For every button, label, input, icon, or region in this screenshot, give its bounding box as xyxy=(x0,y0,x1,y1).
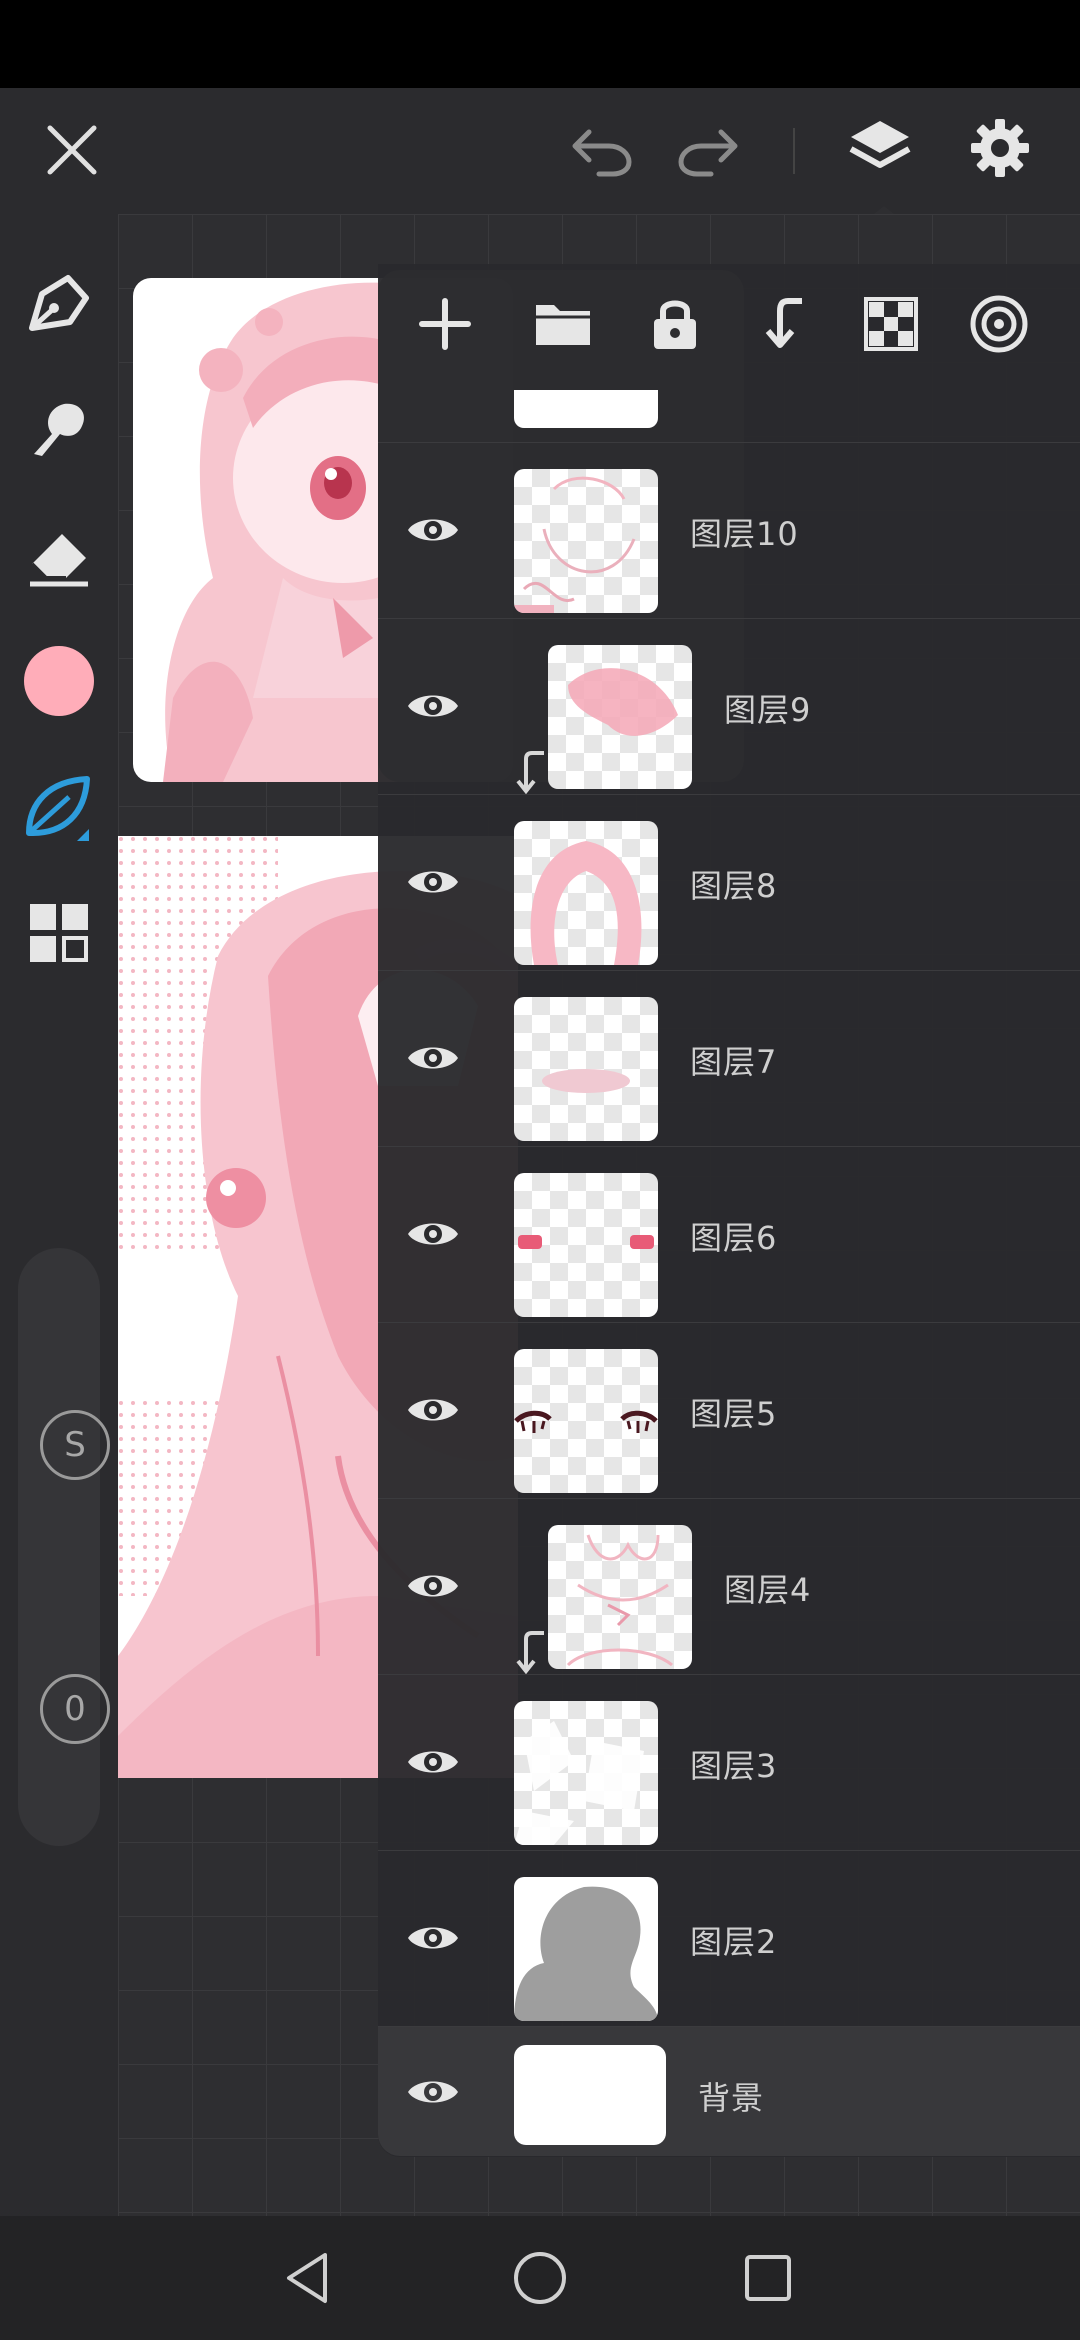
layer-thumbnail xyxy=(548,645,692,789)
settings-icon[interactable] xyxy=(960,108,1040,188)
layer-row[interactable]: 图层2 xyxy=(378,1850,1080,2026)
layer-thumbnail xyxy=(514,1173,658,1317)
layer-thumbnail xyxy=(514,2045,666,2145)
layer-name: 图层8 xyxy=(690,867,778,905)
eraser-icon[interactable] xyxy=(14,510,104,600)
eye-icon[interactable] xyxy=(398,847,468,917)
eye-icon[interactable] xyxy=(398,1727,468,1797)
layer-row[interactable]: 图层5 xyxy=(378,1322,1080,1498)
layer-thumbnail xyxy=(514,821,658,965)
lock-icon[interactable] xyxy=(630,270,720,378)
layers-toolbar xyxy=(378,270,738,378)
layer-name: 图层6 xyxy=(690,1219,778,1257)
home-icon[interactable] xyxy=(510,2248,570,2308)
eye-icon[interactable] xyxy=(398,1903,468,1973)
eye-icon[interactable] xyxy=(398,671,468,741)
toolbar-separator xyxy=(793,128,795,174)
color-swatch[interactable] xyxy=(14,636,104,726)
clip-icon[interactable] xyxy=(740,270,830,378)
layer-row[interactable]: 图层10 xyxy=(378,442,1080,618)
system-navbar xyxy=(0,2216,1080,2340)
eye-icon[interactable] xyxy=(398,1375,468,1445)
top-toolbar xyxy=(0,88,1080,220)
layer-name: 图层7 xyxy=(690,1043,778,1081)
smudge-icon[interactable] xyxy=(14,384,104,474)
opacity-label: 0 xyxy=(64,1689,86,1729)
layer-thumbnail xyxy=(514,1877,658,2021)
layer-row[interactable]: 图层4 xyxy=(378,1498,1080,1675)
layer-name: 图层4 xyxy=(724,1571,812,1609)
layer-thumbnail xyxy=(514,997,658,1141)
layer-thumbnail-partial xyxy=(514,390,658,428)
alpha-lock-icon[interactable] xyxy=(846,270,936,378)
pen-icon[interactable] xyxy=(14,258,104,348)
layer-thumbnail xyxy=(514,1701,658,1845)
eye-icon[interactable] xyxy=(398,1199,468,1269)
layer-row[interactable]: 图层8 xyxy=(378,794,1080,970)
layer-row[interactable]: 图层7 xyxy=(378,970,1080,1146)
size-label: S xyxy=(64,1425,86,1465)
layer-name: 背景 xyxy=(698,2079,765,2117)
status-bar xyxy=(0,0,1080,88)
layer-thumbnail xyxy=(514,1349,658,1493)
layer-thumbnail xyxy=(514,469,658,613)
clip-indicator-icon xyxy=(516,751,544,795)
gallery-icon[interactable] xyxy=(14,888,104,978)
layer-row-selected[interactable]: 背景 xyxy=(378,2026,1080,2156)
layer-thumbnail xyxy=(548,1525,692,1669)
layer-row[interactable]: 图层9 xyxy=(378,618,1080,795)
size-slider[interactable]: S 0 xyxy=(18,1248,110,1846)
eye-icon[interactable] xyxy=(398,495,468,565)
eye-icon[interactable] xyxy=(398,1023,468,1093)
layers-icon[interactable] xyxy=(840,108,920,188)
layer-name: 图层3 xyxy=(690,1747,778,1785)
recents-icon[interactable] xyxy=(738,2248,798,2308)
clip-indicator-icon xyxy=(516,1631,544,1675)
back-icon[interactable] xyxy=(278,2248,338,2308)
layer-row[interactable]: 图层6 xyxy=(378,1146,1080,1322)
layer-name: 图层10 xyxy=(690,515,799,553)
layers-toolbar-right xyxy=(740,270,1080,378)
eye-icon[interactable] xyxy=(398,2057,468,2127)
add-layer-icon[interactable] xyxy=(400,270,490,378)
brush-leaf-icon[interactable] xyxy=(14,762,104,852)
layer-name: 图层2 xyxy=(690,1923,778,1961)
blend-icon[interactable] xyxy=(954,270,1044,378)
eye-icon[interactable] xyxy=(398,1551,468,1621)
opacity-slider-knob[interactable]: 0 xyxy=(40,1674,110,1744)
size-slider-knob[interactable]: S xyxy=(40,1410,110,1480)
redo-icon[interactable] xyxy=(668,114,748,186)
close-icon[interactable] xyxy=(36,114,108,186)
folder-icon[interactable] xyxy=(518,270,608,378)
left-toolbar: S 0 xyxy=(0,214,118,2216)
layer-name: 图层5 xyxy=(690,1395,778,1433)
layer-row[interactable]: 图层3 xyxy=(378,1674,1080,1850)
undo-icon[interactable] xyxy=(562,114,642,186)
layer-name: 图层9 xyxy=(724,691,812,729)
